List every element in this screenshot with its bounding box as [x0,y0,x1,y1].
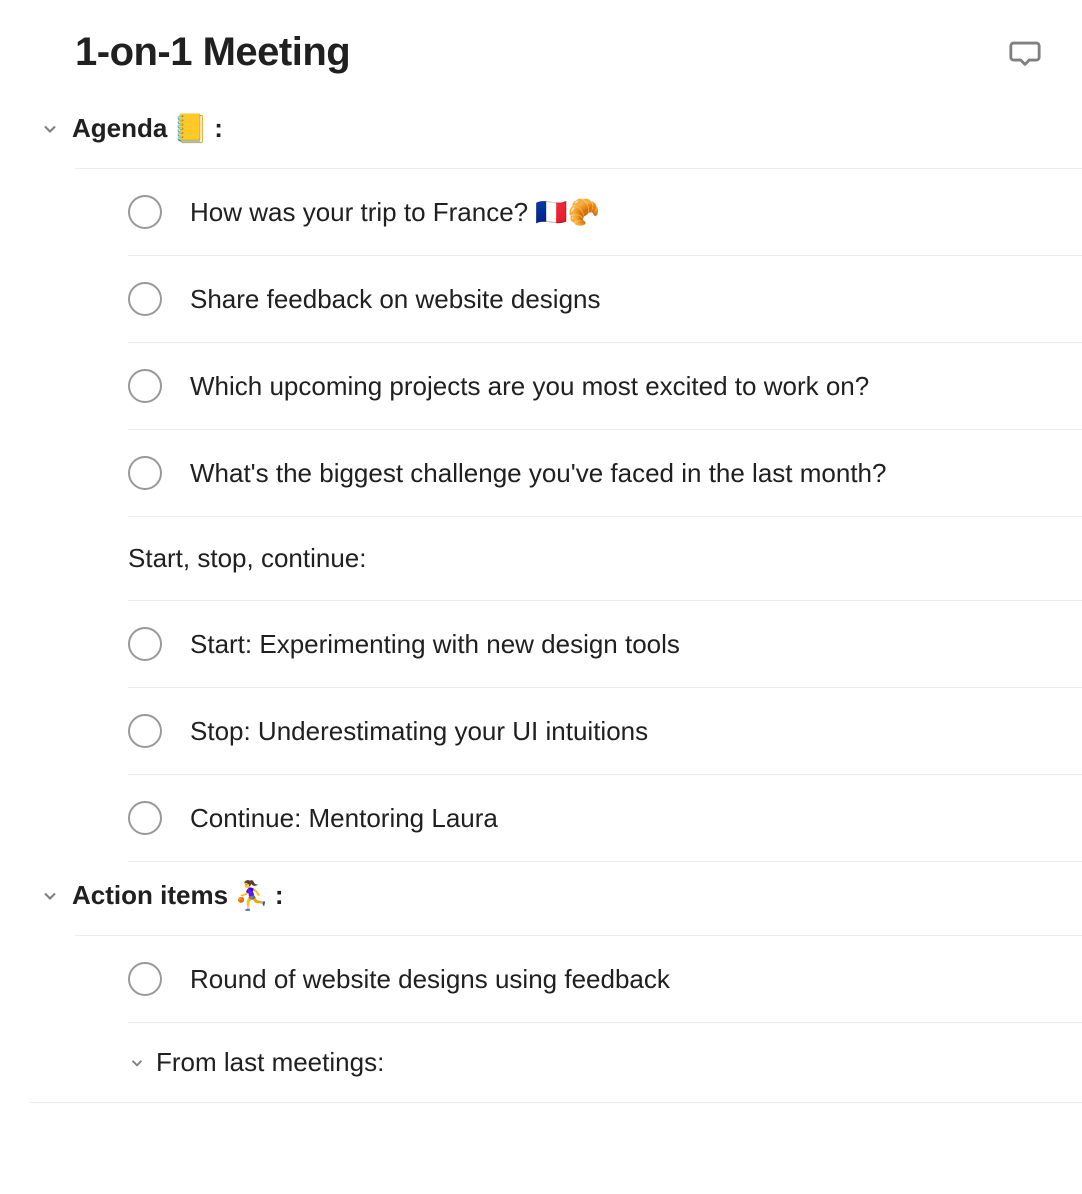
checkbox-circle[interactable] [128,627,162,661]
page-root: 1-on-1 Meeting Agenda 📒 : How was your t… [0,0,1082,1103]
item-text: Stop: Underestimating your UI intuitions [190,716,648,747]
chevron-down-icon[interactable] [40,886,60,906]
agenda-label: Agenda [72,113,167,144]
from-last-meetings-header[interactable]: From last meetings: [30,1023,1082,1103]
item-text: How was your trip to France? 🇫🇷🥐 [190,197,600,228]
checkbox-circle[interactable] [128,962,162,996]
item-text: Which upcoming projects are you most exc… [190,371,869,402]
page-title[interactable]: 1-on-1 Meeting [75,30,350,75]
agenda-section: Agenda 📒 : How was your trip to France? … [0,105,1082,862]
item-text: Share feedback on website designs [190,284,601,315]
list-item[interactable]: Share feedback on website designs [128,256,1082,343]
agenda-header[interactable]: Agenda 📒 : [0,105,1082,152]
checkbox-circle[interactable] [128,369,162,403]
agenda-subheader[interactable]: Start, stop, continue: [128,517,1082,601]
item-text: What's the biggest challenge you've face… [190,458,886,489]
ssc-items: Start: Experimenting with new design too… [128,601,1082,862]
list-item[interactable]: Stop: Underestimating your UI intuitions [128,688,1082,775]
checkbox-circle[interactable] [128,801,162,835]
action-header[interactable]: Action items ⛹️‍♀️ : [0,862,1082,919]
action-label: Action items [72,880,228,911]
checkbox-circle[interactable] [128,456,162,490]
checkbox-circle[interactable] [128,714,162,748]
comment-icon[interactable] [1008,36,1042,70]
agenda-items: How was your trip to France? 🇫🇷🥐 Share f… [128,169,1082,517]
list-item[interactable]: Start: Experimenting with new design too… [128,601,1082,688]
list-item[interactable]: Round of website designs using feedback [128,936,1082,1023]
item-text: Round of website designs using feedback [190,964,670,995]
action-colon: : [275,880,284,911]
item-text: Start: Experimenting with new design too… [190,629,680,660]
notebook-icon: 📒 [173,115,208,143]
list-item[interactable]: Which upcoming projects are you most exc… [128,343,1082,430]
action-section: Action items ⛹️‍♀️ : Round of website de… [0,862,1082,1103]
page-header: 1-on-1 Meeting [0,30,1082,105]
item-text: Continue: Mentoring Laura [190,803,498,834]
action-items: Round of website designs using feedback [128,936,1082,1023]
list-item[interactable]: How was your trip to France? 🇫🇷🥐 [128,169,1082,256]
checkbox-circle[interactable] [128,195,162,229]
agenda-colon: : [214,113,223,144]
chevron-down-icon[interactable] [128,1054,146,1072]
list-item[interactable]: Continue: Mentoring Laura [128,775,1082,862]
person-ball-icon: ⛹️‍♀️ [234,882,269,910]
list-item[interactable]: What's the biggest challenge you've face… [128,430,1082,517]
checkbox-circle[interactable] [128,282,162,316]
sub-section-label: From last meetings: [156,1047,384,1078]
chevron-down-icon[interactable] [40,119,60,139]
